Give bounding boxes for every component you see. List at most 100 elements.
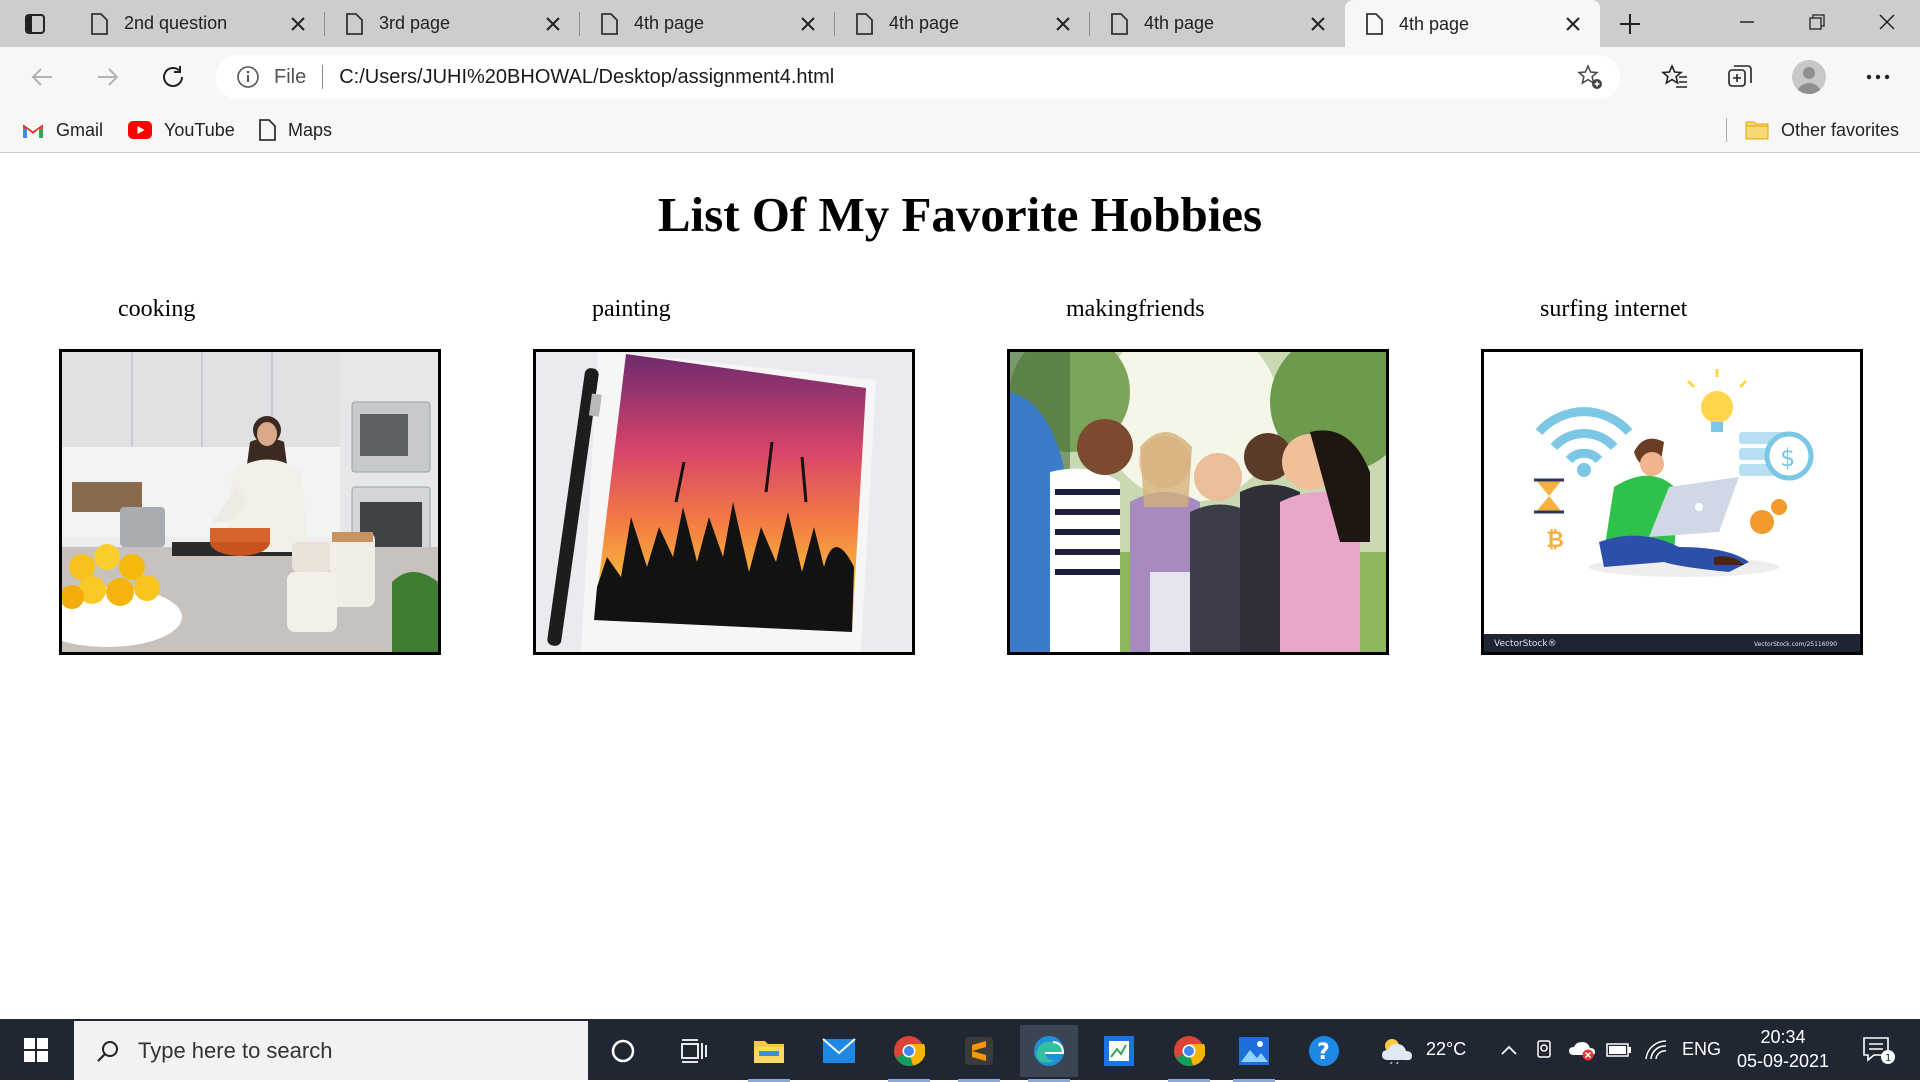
- notification-icon: 1: [1863, 1036, 1895, 1064]
- favorite-gmail[interactable]: Gmail: [22, 115, 103, 145]
- show-hidden-icons-button[interactable]: [1500, 1019, 1518, 1080]
- surfing-internet-image: ₿ $ VectorStock® VectorStock.com/2511609…: [1481, 349, 1863, 655]
- document-icon: [1111, 12, 1128, 35]
- tab-title: 2nd question: [124, 13, 228, 33]
- folder-icon: [754, 1041, 784, 1063]
- tab-4th-page-active[interactable]: 4th page: [1345, 0, 1600, 48]
- favorite-label: YouTube: [164, 119, 235, 140]
- forward-button[interactable]: [88, 57, 128, 97]
- url-text[interactable]: C:/Users/JUHI%20BHOWAL/Desktop/assignmen…: [339, 66, 834, 89]
- new-tab-button[interactable]: [1612, 6, 1648, 42]
- notifications-button[interactable]: 1: [1862, 1019, 1896, 1080]
- edge-icon: [1034, 1036, 1065, 1066]
- close-tab-button[interactable]: [538, 9, 568, 39]
- battery-icon: [1606, 1042, 1631, 1057]
- onedrive-button[interactable]: [1568, 1019, 1596, 1080]
- folder-icon: [1745, 120, 1769, 140]
- collections-button[interactable]: [1720, 57, 1760, 97]
- favorites-bar: Gmail YouTube Maps Other favorites: [0, 107, 1920, 153]
- other-favorites-folder[interactable]: Other favorites: [1745, 115, 1899, 145]
- vectorstock-brand: VectorStock®: [1494, 639, 1557, 649]
- favorite-youtube[interactable]: YouTube: [128, 115, 235, 145]
- star-add-icon: [1577, 64, 1602, 89]
- chrome-app-2[interactable]: [1160, 1025, 1218, 1082]
- edge-app[interactable]: [1020, 1025, 1078, 1082]
- close-tab-button[interactable]: [1048, 9, 1078, 39]
- photos-icon: [1239, 1037, 1269, 1065]
- start-button[interactable]: [10, 1027, 62, 1073]
- forward-arrow-icon: [98, 68, 119, 86]
- battery-button[interactable]: [1606, 1019, 1632, 1080]
- profile-avatar[interactable]: [1792, 60, 1826, 94]
- minimize-button[interactable]: [1712, 0, 1782, 44]
- document-icon: [91, 12, 108, 35]
- restore-button[interactable]: [1782, 0, 1852, 44]
- close-tab-button[interactable]: [283, 9, 313, 39]
- gmail-icon: [22, 122, 44, 139]
- address-bar[interactable]: File C:/Users/JUHI%20BHOWAL/Desktop/assi…: [216, 55, 1620, 99]
- info-icon[interactable]: [236, 65, 260, 89]
- tab-4th-page-2[interactable]: 4th page: [835, 0, 1090, 47]
- tab-strip: 2nd question 3rd page 4th page 4th page …: [0, 0, 1920, 48]
- close-window-button[interactable]: [1852, 0, 1920, 44]
- close-icon: [1311, 16, 1325, 31]
- other-favorites-label: Other favorites: [1781, 119, 1900, 140]
- document-icon: [346, 12, 363, 35]
- search-icon: [97, 1040, 118, 1062]
- add-favorite-button[interactable]: [1576, 63, 1604, 96]
- tab-title: 4th page: [889, 13, 960, 33]
- tab-4th-page-3[interactable]: 4th page: [1090, 0, 1345, 47]
- weather-cloud-icon: [1382, 1038, 1412, 1064]
- cooking-image: [59, 349, 441, 655]
- task-view-button[interactable]: [665, 1025, 723, 1077]
- close-tab-button[interactable]: [1558, 9, 1588, 39]
- spreadsheet-icon: [1104, 1036, 1134, 1066]
- language-indicator[interactable]: ENG: [1682, 1019, 1721, 1080]
- refresh-button[interactable]: [153, 57, 193, 97]
- clock-time: 20:34: [1760, 1027, 1806, 1047]
- youtube-icon: [128, 121, 152, 139]
- help-app[interactable]: ?: [1295, 1025, 1353, 1077]
- taskbar-search-box[interactable]: Type here to search: [74, 1021, 588, 1080]
- favorites-button[interactable]: [1655, 57, 1695, 97]
- photos-app[interactable]: [1225, 1025, 1283, 1082]
- favorite-maps[interactable]: Maps: [258, 115, 332, 145]
- collections-icon: [1728, 65, 1752, 87]
- friends-image: [1007, 349, 1389, 655]
- cloud-error-icon: [1569, 1041, 1595, 1060]
- close-tab-button[interactable]: [793, 9, 823, 39]
- settings-more-button[interactable]: [1858, 57, 1898, 97]
- tab-title: 4th page: [1399, 13, 1470, 34]
- address-separator: [322, 65, 324, 89]
- meet-now-button[interactable]: [1535, 1019, 1555, 1080]
- mail-app[interactable]: [810, 1025, 868, 1077]
- svg-text:?: ?: [1317, 1040, 1330, 1065]
- tab-3rd-page[interactable]: 3rd page: [325, 0, 580, 47]
- document-icon: [601, 12, 618, 35]
- clock[interactable]: 20:34 05-09-2021: [1718, 1025, 1848, 1073]
- weather-temperature: 22°C: [1426, 1039, 1467, 1059]
- file-explorer-app[interactable]: [740, 1025, 798, 1082]
- meet-now-icon: [1537, 1039, 1551, 1058]
- sheets-app[interactable]: [1090, 1025, 1148, 1077]
- chrome-app-1[interactable]: [880, 1025, 938, 1082]
- tab-actions-button[interactable]: [10, 6, 60, 42]
- tab-title: 4th page: [1144, 13, 1215, 33]
- close-icon: [546, 16, 560, 31]
- cortana-button[interactable]: [594, 1025, 652, 1077]
- plus-icon: [1620, 14, 1640, 34]
- sublime-text-app[interactable]: [950, 1025, 1008, 1082]
- language-label: ENG: [1682, 1039, 1722, 1059]
- weather-widget[interactable]: 22°C: [1380, 1019, 1466, 1080]
- tab-2nd-question[interactable]: 2nd question: [70, 0, 325, 47]
- windows-logo-icon: [24, 1038, 48, 1062]
- close-icon: [1879, 14, 1895, 30]
- search-placeholder: Type here to search: [138, 1037, 333, 1063]
- close-icon: [1566, 17, 1580, 31]
- back-button[interactable]: [22, 57, 62, 97]
- close-tab-button[interactable]: [1303, 9, 1333, 39]
- more-dots-icon: [1866, 74, 1890, 80]
- tab-4th-page-1[interactable]: 4th page: [580, 0, 835, 47]
- notification-count: 1: [1885, 1053, 1891, 1064]
- network-button[interactable]: [1645, 1019, 1667, 1080]
